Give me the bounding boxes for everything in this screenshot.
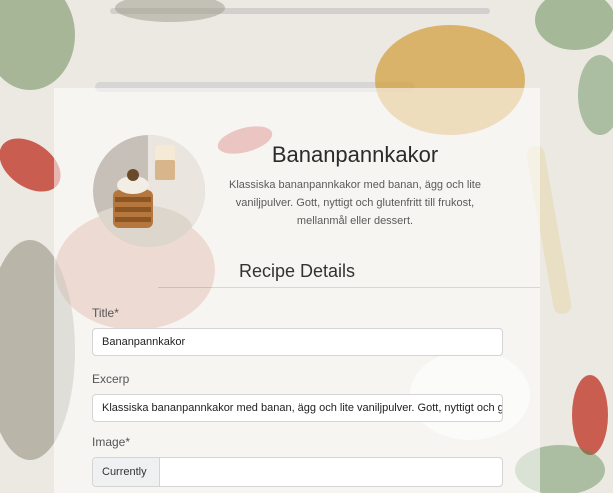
excerpt-input[interactable]: Klassiska bananpannkakor med banan, ägg … <box>92 394 503 422</box>
recipe-description: Klassiska bananpannkakor med banan, ägg … <box>229 179 481 227</box>
title-input[interactable]: Bananpannkakor <box>92 328 503 356</box>
image-file-field[interactable]: Currently <box>92 457 503 487</box>
section-title: Recipe Details <box>238 261 356 281</box>
section-divider <box>158 287 540 288</box>
image-current-prefix: Currently <box>93 458 160 486</box>
image-label: Image* <box>92 435 131 449</box>
pancake-photo-icon <box>93 135 205 247</box>
title-label: Title* <box>92 306 119 320</box>
recipe-image-thumbnail <box>93 135 205 247</box>
recipe-title: Bananpannkakor <box>271 142 439 167</box>
excerpt-label: Excerp <box>92 372 130 386</box>
